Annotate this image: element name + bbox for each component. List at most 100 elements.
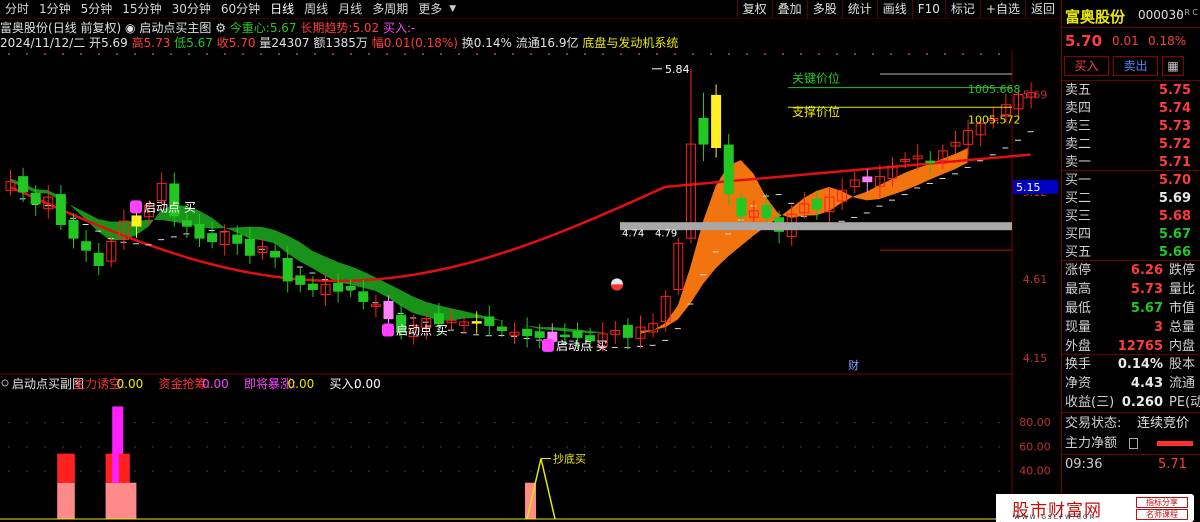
sub-grid-dot [800, 470, 802, 472]
sub-grid-dot [980, 422, 982, 424]
sub-grid-dot [80, 446, 82, 448]
sub-grid-dot [98, 422, 100, 424]
tab-7[interactable]: 周线 [299, 0, 333, 19]
grid-dot [638, 53, 640, 55]
grid-dot [296, 53, 298, 55]
sub-y-tick: 60.00 [1019, 440, 1051, 453]
tool-button-2[interactable]: 多股 [806, 0, 842, 19]
bids-row[interactable]: 买四 5.67 [1065, 225, 1199, 244]
trend-label: 长期趋势: [300, 21, 353, 35]
doc-icon[interactable] [1129, 438, 1138, 449]
tab-5[interactable]: 60分钟 [216, 0, 265, 19]
high-value: 5.73 [143, 36, 171, 50]
tab-8[interactable]: 月线 [333, 0, 367, 19]
stats-value: 3 [1153, 320, 1163, 335]
sell-button[interactable]: 卖出 [1113, 56, 1158, 76]
stock-name: 富奥股份 [0, 21, 49, 35]
grid-dot [944, 53, 946, 55]
sub-grid-dot [548, 422, 550, 424]
tab-9[interactable]: 多周期 [367, 0, 413, 19]
grid-dot [386, 53, 388, 55]
tab-0[interactable]: 分时 [0, 0, 34, 19]
stats-value: 6.26 [1130, 263, 1163, 278]
candle-body [194, 223, 205, 239]
tab-4[interactable]: 30分钟 [167, 0, 216, 19]
tool-button-4[interactable]: 画线 [876, 0, 912, 19]
sub-grid-dot [296, 422, 298, 424]
sub-grid-dot [746, 446, 748, 448]
grid-dot [728, 53, 730, 55]
sub-grid-dot [476, 446, 478, 448]
tool-button-6[interactable]: 标记 [944, 0, 980, 19]
asks-row[interactable]: 卖四 5.74 [1065, 99, 1199, 118]
tool-button-5[interactable]: F10 [911, 0, 945, 19]
grid-dot [620, 53, 622, 55]
tool-button-8[interactable]: 返回 [1024, 0, 1060, 19]
grid-dot [26, 53, 28, 55]
grid-dot [800, 53, 802, 55]
settings-icon[interactable]: ⚙ [215, 21, 226, 35]
asks-label: 卖五 [1065, 83, 1092, 98]
sub-grid-dot [170, 422, 172, 424]
sub-grid-dot [548, 446, 550, 448]
f1-value: 0.00 [117, 377, 144, 391]
asks-row[interactable]: 卖二 5.72 [1065, 135, 1199, 154]
sub-grid-dot [530, 422, 532, 424]
asks-row[interactable]: 卖五 5.75 [1065, 81, 1199, 100]
sub-grid-dot [350, 422, 352, 424]
sub-grid-dot [8, 470, 10, 472]
tab-10[interactable]: 更多 [413, 0, 447, 19]
tool-button-0[interactable]: 复权 [736, 0, 772, 19]
chevron-down-icon[interactable]: ▼ [449, 4, 456, 14]
stats-value: 5.67 [1130, 301, 1163, 316]
stats2-value: 0.260 [1121, 395, 1163, 410]
bids-price: 5.70 [1158, 173, 1191, 188]
tool-button-1[interactable]: 叠加 [771, 0, 807, 19]
bids-row[interactable]: 买三 5.68 [1065, 207, 1199, 226]
main-net-row[interactable]: 主力净额 [1065, 434, 1200, 453]
tab-1[interactable]: 1分钟 [34, 0, 76, 19]
sub-grid-dot [44, 422, 46, 424]
amount-label: 额 [313, 36, 326, 50]
low-label-b: 4.79 [655, 228, 677, 239]
concept-tag[interactable]: 底盘与发动机系统 [582, 36, 678, 50]
sub-bar-pink [125, 482, 137, 519]
kline-chart[interactable]: 5.695.124.614.155.154.744.79关键价位支撑价位1005… [0, 50, 1060, 522]
tab-2[interactable]: 5分钟 [76, 0, 118, 19]
sub-grid-dot [260, 470, 262, 472]
sub-grid-dot [134, 470, 136, 472]
bids-row[interactable]: 买一 5.70 [1065, 171, 1199, 190]
candle-body [81, 241, 92, 251]
sub-grid-dot [620, 446, 622, 448]
tool-button-7[interactable]: +自选 [979, 0, 1025, 19]
sub-grid-dot [134, 446, 136, 448]
grid-dot [242, 53, 244, 55]
stats2-label: 收益(三) [1065, 395, 1115, 410]
sub-grid-dot [710, 446, 712, 448]
sub-grid-dot [278, 422, 280, 424]
trade-status-label: 交易状态: [1065, 416, 1122, 431]
asks-row[interactable]: 卖三 5.73 [1065, 117, 1199, 136]
dropdown-icon[interactable]: ◉ [125, 21, 135, 35]
grid-dot [80, 53, 82, 55]
sub-grid-dot [944, 422, 946, 424]
sub-grid-dot [206, 422, 208, 424]
sub-grid-dot [656, 446, 658, 448]
f4-value: 0.00 [354, 377, 381, 391]
indicator-name[interactable]: 启动点买主图 [139, 21, 211, 35]
sub-grid-dot [656, 470, 658, 472]
grid-menu-icon[interactable]: ▦ [1162, 56, 1184, 76]
sub-grid-dot [584, 470, 586, 472]
grid-dot [566, 53, 568, 55]
sub-grid-dot [926, 470, 928, 472]
bids-row[interactable]: 买二 5.69 [1065, 189, 1199, 208]
sub-grid-dot [80, 422, 82, 424]
sub-grid-dot [998, 446, 1000, 448]
tab-6[interactable]: 日线 [265, 0, 299, 19]
tab-3[interactable]: 15分钟 [117, 0, 166, 19]
candle-body [181, 220, 192, 227]
buy-button[interactable]: 买入 [1064, 56, 1109, 76]
tool-button-3[interactable]: 统计 [841, 0, 877, 19]
sub-grid-dot [908, 446, 910, 448]
sub-grid-dot [836, 470, 838, 472]
